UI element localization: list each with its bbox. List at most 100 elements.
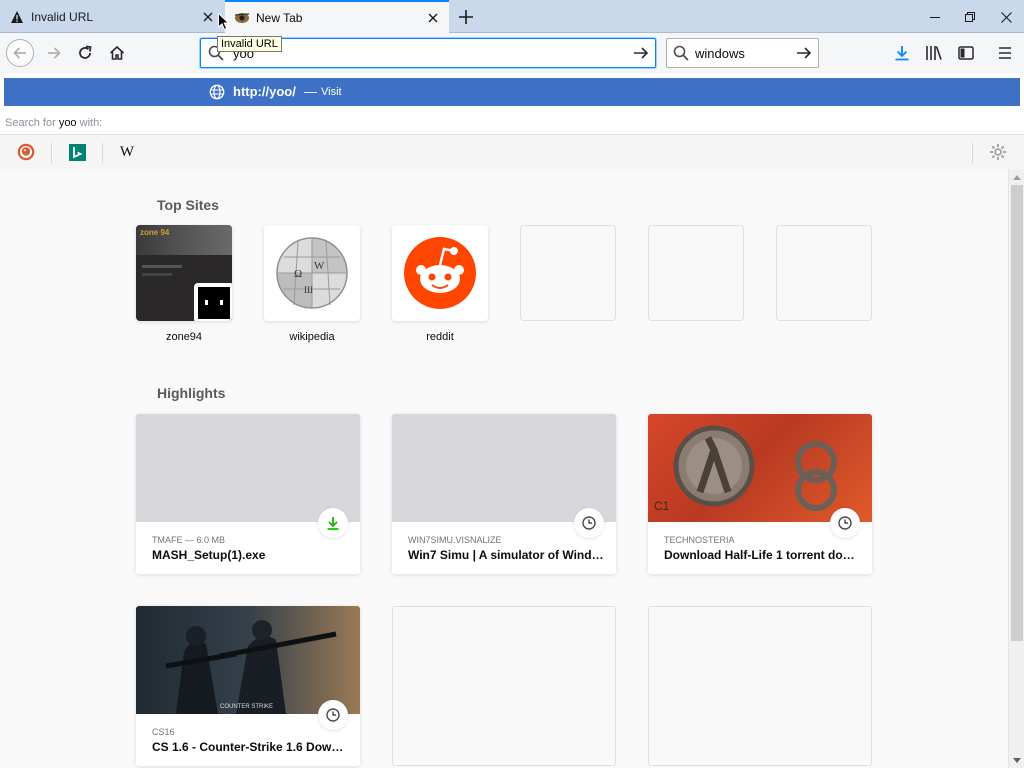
sidebar-button[interactable]: [954, 41, 978, 65]
gear-icon: [990, 144, 1006, 160]
url-input[interactable]: yoo: [233, 46, 627, 61]
highlight-placeholder: [648, 606, 872, 766]
highlight-card[interactable]: COUNTER STRIKE CS16 CS 1.6 - Counter-Str…: [136, 606, 360, 766]
half-life-thumbnail: C1: [648, 414, 872, 522]
half-life-thumb-text: C1: [654, 499, 670, 513]
restore-icon: [965, 12, 975, 22]
minimize-button[interactable]: [924, 6, 946, 28]
top-site-placeholder: [776, 225, 872, 321]
card-title: Download Half-Life 1 torrent download: [664, 548, 860, 562]
search-settings-button[interactable]: [988, 142, 1008, 162]
search-for-label: Search for yoo with:: [5, 117, 102, 129]
tab-label: Invalid URL: [31, 9, 94, 24]
reload-button[interactable]: [71, 39, 99, 67]
arrow-right-icon: [634, 47, 649, 59]
search-for-prefix: Search for: [5, 117, 59, 129]
card-context: CS16: [152, 727, 175, 737]
card-title: Win7 Simu | A simulator of Windows 7: [408, 548, 604, 562]
top-site-wikipedia[interactable]: Ω W Ш wikipedia: [264, 225, 360, 343]
top-site-label: wikipedia: [289, 331, 335, 343]
top-site-empty[interactable]: [648, 225, 744, 321]
counter-strike-thumbnail: COUNTER STRIKE: [136, 606, 360, 714]
close-window-button[interactable]: [995, 6, 1017, 28]
svg-text:Ω: Ω: [294, 268, 302, 280]
clock-icon: [830, 508, 860, 538]
library-icon: [926, 46, 942, 60]
svg-text:Ш: Ш: [304, 285, 313, 295]
warning-icon: [9, 9, 25, 25]
wikipedia-globe-icon: Ω W Ш: [264, 225, 360, 321]
top-site-empty[interactable]: [776, 225, 872, 321]
new-tab-button[interactable]: [454, 5, 478, 29]
top-site-zone94[interactable]: zone 94 zone94: [136, 225, 232, 343]
forward-button[interactable]: [40, 39, 68, 67]
site-favicon: [194, 283, 232, 321]
highlight-card[interactable]: WIN7SIMU.VISNALIZE Win7 Simu | A simulat…: [392, 414, 616, 574]
navigation-toolbar: yoo windows: [0, 33, 1024, 73]
clock-icon: [574, 508, 604, 538]
autocomplete-url: http://yoo/: [233, 84, 296, 99]
page-favicon: [234, 10, 250, 26]
download-icon: [895, 46, 909, 61]
card-context: TECHNOSTERIA: [664, 535, 735, 545]
restore-button[interactable]: [959, 6, 981, 28]
tab-strip: Invalid URL New Tab: [0, 0, 1024, 34]
tab-invalid-url[interactable]: Invalid URL: [0, 0, 224, 33]
highlight-card[interactable]: C1 TECHNOSTERIA Download Half-Life 1 tor…: [648, 414, 872, 574]
highlight-card[interactable]: TMAFE — 6.0 MB MASH_Setup(1).exe: [136, 414, 360, 574]
scrollbar-thumb[interactable]: [1011, 185, 1023, 641]
back-button[interactable]: [6, 39, 34, 67]
top-site-thumbnail: zone 94: [136, 225, 232, 321]
go-button[interactable]: [627, 39, 655, 67]
search-input[interactable]: windows: [695, 46, 790, 61]
search-go-button[interactable]: [790, 45, 818, 61]
search-icon: [667, 45, 695, 61]
autocomplete-row[interactable]: http://yoo/ — Visit: [4, 78, 1020, 106]
downloads-button[interactable]: [890, 41, 914, 65]
arrow-right-icon: [797, 47, 812, 59]
card-context: TMAFE — 6.0 MB: [152, 535, 226, 545]
card-title: CS 1.6 - Counter-Strike 1.6 Download: [152, 740, 348, 754]
download-icon: [318, 508, 348, 538]
autocomplete-separator: —: [304, 84, 317, 99]
duckduckgo-icon[interactable]: [16, 142, 36, 162]
reddit-icon: [392, 225, 488, 321]
wikipedia-icon[interactable]: W: [117, 142, 137, 162]
library-button[interactable]: [922, 41, 946, 65]
forward-arrow-icon: [48, 47, 61, 59]
globe-icon: [209, 84, 225, 103]
sidebar-icon: [958, 46, 974, 60]
hamburger-icon: [999, 47, 1011, 59]
tab-new-tab[interactable]: New Tab: [225, 0, 449, 34]
top-site-placeholder: [520, 225, 616, 321]
top-site-reddit[interactable]: reddit: [392, 225, 488, 343]
card-thumbnail: [392, 414, 616, 522]
top-site-label: reddit: [426, 331, 454, 343]
top-site-label: zone94: [165, 331, 203, 343]
autocomplete-popup: http://yoo/ — Visit Search for yoo with:…: [0, 73, 1024, 169]
search-for-suffix: with:: [76, 117, 103, 129]
new-tab-page: Top Sites zone 94 zone94 Ω W Ш wikipedia…: [0, 169, 1008, 768]
minimize-icon: [930, 17, 940, 18]
card-thumbnail: [136, 414, 360, 522]
mouse-cursor-icon: [218, 12, 230, 34]
bing-icon[interactable]: [67, 142, 87, 162]
close-icon[interactable]: [198, 7, 218, 27]
search-bar[interactable]: windows: [666, 38, 819, 68]
top-site-empty[interactable]: [520, 225, 616, 321]
highlights-title: Highlights: [157, 385, 226, 401]
scroll-up-arrow-icon[interactable]: [1009, 169, 1024, 185]
plus-icon: [459, 10, 473, 24]
reload-icon: [79, 45, 92, 59]
autocomplete-action: Visit: [321, 86, 342, 98]
clock-icon: [318, 700, 348, 730]
svg-text:W: W: [314, 260, 325, 272]
scroll-down-arrow-icon[interactable]: [1009, 752, 1024, 768]
close-icon[interactable]: [423, 8, 443, 28]
counter-strike-thumb-text: COUNTER STRIKE: [220, 704, 273, 710]
menu-button[interactable]: [993, 41, 1017, 65]
tab-label: New Tab: [256, 11, 303, 25]
home-button[interactable]: [103, 39, 131, 67]
page-scrollbar[interactable]: [1008, 169, 1024, 768]
home-icon: [109, 45, 125, 60]
